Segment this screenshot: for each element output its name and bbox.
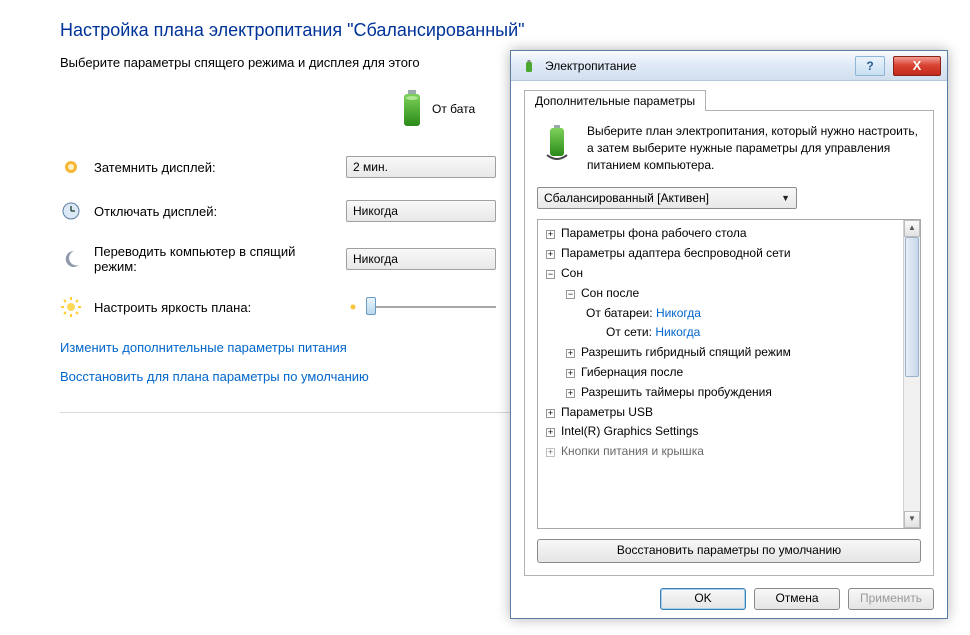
ok-button[interactable]: OK [660, 588, 746, 610]
settings-tree[interactable]: +Параметры фона рабочего стола +Параметр… [540, 224, 918, 462]
slider-knob[interactable] [366, 297, 376, 315]
help-button[interactable]: ? [855, 56, 885, 76]
clock-icon [60, 200, 82, 222]
expand-icon[interactable]: + [546, 250, 555, 259]
expand-icon[interactable]: + [566, 349, 575, 358]
sun-small-icon [346, 300, 360, 314]
dialog-title: Электропитание [545, 59, 847, 73]
scrollbar[interactable]: ▲ ▼ [903, 220, 920, 528]
battery-value-link[interactable]: Никогда [656, 306, 701, 320]
scroll-up-icon[interactable]: ▲ [904, 220, 920, 237]
brightness-label: Настроить яркость плана: [94, 300, 334, 315]
sun-icon [60, 296, 82, 318]
plan-dropdown[interactable]: Сбалансированный [Активен] ▼ [537, 187, 797, 209]
restore-defaults-button[interactable]: Восстановить параметры по умолчанию [537, 539, 921, 563]
sleep-dropdown[interactable]: Никогда [346, 248, 496, 270]
power-icon [521, 58, 537, 74]
brightness-slider[interactable] [366, 306, 496, 308]
expand-icon[interactable]: + [546, 448, 555, 457]
expand-icon[interactable]: + [566, 369, 575, 378]
battery-plug-icon [537, 123, 577, 163]
dim-label: Затемнить дисплей: [94, 160, 334, 175]
chevron-down-icon: ▼ [781, 193, 790, 203]
collapse-icon[interactable]: − [546, 270, 555, 279]
sleep-label: Переводить компьютер в спящий режим: [94, 244, 334, 274]
battery-icon [400, 90, 424, 128]
page-title: Настройка плана электропитания "Сбаланси… [60, 20, 600, 41]
tab-advanced[interactable]: Дополнительные параметры [524, 90, 706, 111]
dim-icon [60, 156, 82, 178]
dialog-intro: Выберите план электропитания, который ну… [587, 123, 921, 173]
battery-header-label: От бата [432, 102, 475, 116]
close-button[interactable]: X [893, 56, 941, 76]
turnoff-label: Отключать дисплей: [94, 204, 334, 219]
scroll-thumb[interactable] [905, 237, 919, 377]
collapse-icon[interactable]: − [566, 290, 575, 299]
expand-icon[interactable]: + [546, 230, 555, 239]
expand-icon[interactable]: + [566, 389, 575, 398]
power-options-dialog: Электропитание ? X Дополнительные параме… [510, 50, 948, 619]
expand-icon[interactable]: + [546, 428, 555, 437]
moon-icon [60, 248, 82, 270]
dim-dropdown[interactable]: 2 мин. [346, 156, 496, 178]
apply-button[interactable]: Применить [848, 588, 934, 610]
plan-dropdown-label: Сбалансированный [Активен] [544, 191, 709, 205]
ac-value-link[interactable]: Никогда [655, 325, 700, 339]
scroll-down-icon[interactable]: ▼ [904, 511, 920, 528]
dialog-titlebar: Электропитание ? X [511, 51, 947, 81]
cancel-button[interactable]: Отмена [754, 588, 840, 610]
turnoff-dropdown[interactable]: Никогда [346, 200, 496, 222]
expand-icon[interactable]: + [546, 409, 555, 418]
